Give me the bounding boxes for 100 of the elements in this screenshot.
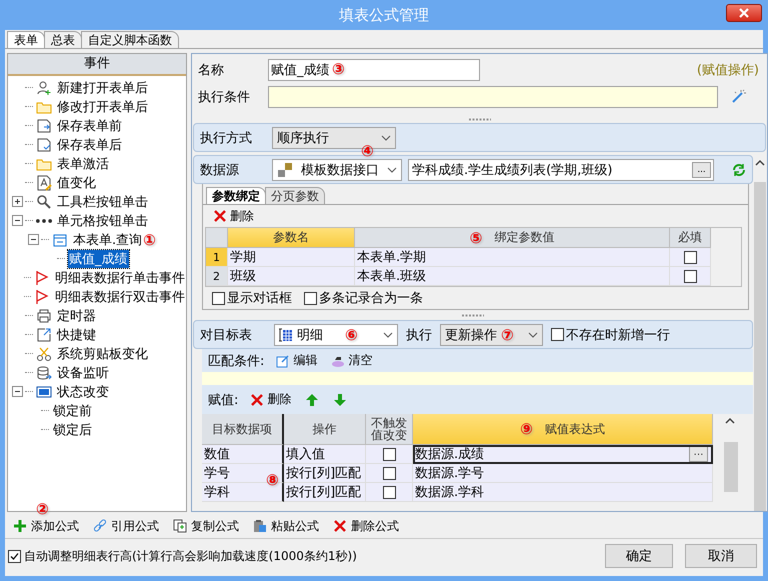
dialog-button[interactable]: 确定 bbox=[605, 544, 673, 568]
checkbox[interactable] bbox=[382, 448, 396, 460]
table-cell: 按行[列]匹配 bbox=[284, 464, 366, 483]
tree-item[interactable]: 保存表单前 bbox=[56, 116, 123, 134]
toolbar-button[interactable]: 复制公式 bbox=[171, 518, 241, 534]
row-number[interactable]: 1 bbox=[206, 248, 228, 267]
tree-item[interactable]: 本表单.查询 bbox=[72, 230, 144, 248]
collapse-icon[interactable] bbox=[12, 386, 23, 397]
column-header[interactable]: 必填 bbox=[670, 228, 711, 248]
column-header[interactable]: 参数名 bbox=[228, 228, 355, 248]
dialog-button[interactable]: 取消 bbox=[685, 544, 757, 568]
data-source-dropdown[interactable]: 模板数据接口 bbox=[272, 158, 402, 180]
callout-number: ⑥ bbox=[345, 326, 358, 344]
checkbox[interactable] bbox=[212, 292, 225, 304]
tree-item[interactable]: 赋值_成绩 bbox=[68, 250, 128, 268]
table-cell[interactable]: 数据源.学号 bbox=[413, 464, 713, 483]
checkbox-label: 自动调整明细表行高(计算行高会影响加载速度(1000条约1秒)) bbox=[24, 548, 357, 564]
action-dropdown[interactable]: 更新操作 ⑦ bbox=[440, 324, 543, 346]
tree-item[interactable]: 新建打开表单后 bbox=[56, 78, 149, 96]
check-icon bbox=[10, 552, 19, 560]
column-header[interactable]: 目标数据项 bbox=[202, 414, 284, 445]
toolbar-button[interactable]: 删除公式 bbox=[331, 518, 401, 534]
toolbar-button[interactable]: 添加公式 bbox=[11, 518, 81, 534]
tree-item[interactable]: 定时器 bbox=[56, 306, 97, 324]
toolbar-button[interactable]: 引用公式 bbox=[91, 518, 161, 534]
printer-icon bbox=[36, 308, 52, 324]
tab[interactable]: 分页参数 bbox=[265, 187, 325, 204]
tree-item[interactable]: 值变化 bbox=[56, 174, 97, 192]
field-value: 学科成绩.学生成绩列表(学期,班级) bbox=[412, 162, 614, 178]
row-number[interactable]: 2 bbox=[206, 267, 228, 286]
field-label: 执行 bbox=[406, 326, 432, 344]
callout-number: ① bbox=[143, 230, 156, 248]
tab[interactable]: 参数绑定 bbox=[206, 187, 266, 204]
target-table-dropdown[interactable]: 明细 ⑥ bbox=[274, 324, 398, 346]
callout-number: ⑤ bbox=[470, 228, 482, 246]
tree-item[interactable]: 明细表数据行双击事件 bbox=[54, 288, 186, 306]
tree-item[interactable]: 锁定后 bbox=[52, 420, 93, 438]
toolbar-label: 赋值: bbox=[208, 392, 238, 408]
table-cell[interactable]: 数据源.学科 bbox=[413, 483, 713, 502]
close-button[interactable] bbox=[726, 4, 762, 22]
toolbar-button[interactable]: 删除 bbox=[211, 208, 256, 224]
magic-wand-icon bbox=[730, 89, 746, 105]
tab[interactable]: 自定义脚本函数 bbox=[81, 31, 179, 48]
condition-field[interactable] bbox=[268, 86, 718, 108]
tree-item[interactable]: 设备监听 bbox=[56, 364, 110, 382]
checkbox[interactable] bbox=[304, 292, 317, 304]
table-cell: 填入值 bbox=[284, 445, 366, 464]
tree-item[interactable]: 单元格按钮单击 bbox=[56, 212, 149, 230]
refresh-icon bbox=[732, 162, 746, 176]
column-header[interactable]: 不触发值改变 bbox=[366, 414, 413, 445]
tree-item[interactable]: 保存表单后 bbox=[56, 136, 123, 154]
minus-icon bbox=[30, 236, 37, 243]
column-header[interactable]: ⑤ 绑定参数值 bbox=[355, 228, 670, 248]
tree-item[interactable]: 表单激活 bbox=[56, 154, 110, 172]
callout-number: ⑨ bbox=[520, 423, 533, 435]
method-field[interactable]: 学科成绩.学生成绩列表(学期,班级) ... bbox=[408, 158, 714, 180]
column-header[interactable]: ⑨ 赋值表达式 bbox=[413, 414, 713, 445]
match-condition-field[interactable] bbox=[202, 372, 753, 385]
expand-icon[interactable] bbox=[12, 196, 23, 207]
checkbox[interactable] bbox=[551, 328, 564, 341]
delete-icon bbox=[250, 392, 264, 406]
field-label: 执行方式 bbox=[200, 130, 253, 146]
dropdown-value: 更新操作 bbox=[445, 326, 497, 344]
collapse-icon[interactable] bbox=[12, 215, 23, 226]
ellipsis-button[interactable]: ... bbox=[692, 162, 711, 178]
field-label: 对目标表 bbox=[200, 326, 253, 344]
checkbox[interactable] bbox=[684, 250, 696, 264]
toolbar-button[interactable]: 粘贴公式 bbox=[251, 518, 321, 534]
tab[interactable]: 总表 bbox=[44, 31, 82, 48]
tab[interactable]: 表单 bbox=[7, 31, 45, 48]
ellipsis-button[interactable]: ··· bbox=[689, 446, 708, 462]
tree-item[interactable]: 系统剪贴板变化 bbox=[56, 344, 149, 362]
minus-icon bbox=[14, 217, 21, 224]
column-header: 事件 bbox=[8, 54, 186, 76]
tree-item[interactable]: 快捷键 bbox=[56, 326, 97, 344]
toolbar-button[interactable]: 删除 bbox=[248, 391, 294, 408]
column-header[interactable]: 操作 bbox=[284, 414, 366, 445]
tree-item[interactable]: 锁定前 bbox=[52, 402, 93, 420]
tree-item[interactable]: 状态改变 bbox=[56, 382, 110, 400]
field-label: 执行条件 bbox=[198, 89, 251, 106]
table-cell: 学期 bbox=[228, 248, 355, 267]
checkbox[interactable] bbox=[684, 270, 696, 282]
checkbox-label: 不存在时新增一行 bbox=[566, 326, 670, 344]
tree-item[interactable]: 明细表数据行单击事件 bbox=[54, 268, 186, 286]
paste-icon bbox=[253, 519, 267, 533]
close-icon bbox=[739, 8, 749, 18]
tree-item[interactable]: 工具栏按钮单击 bbox=[56, 192, 149, 210]
table-cell: 本表单.学期 bbox=[355, 248, 670, 267]
toolbar-label: 匹配条件: bbox=[208, 352, 264, 370]
database-icon bbox=[36, 364, 52, 380]
dropdown-value: 模板数据接口 bbox=[301, 162, 379, 178]
checkbox[interactable] bbox=[382, 466, 396, 480]
toolbar-button[interactable]: 编辑 bbox=[274, 352, 320, 369]
selected-cell[interactable]: 数据源.成绩 ··· bbox=[413, 445, 713, 464]
collapse-icon[interactable] bbox=[28, 234, 39, 245]
checkbox[interactable] bbox=[382, 486, 396, 498]
toolbar-button[interactable]: 清空 bbox=[329, 352, 374, 369]
tree-item[interactable]: 修改打开表单后 bbox=[56, 98, 149, 116]
document-check-icon bbox=[36, 136, 52, 152]
checkbox[interactable] bbox=[8, 550, 21, 562]
